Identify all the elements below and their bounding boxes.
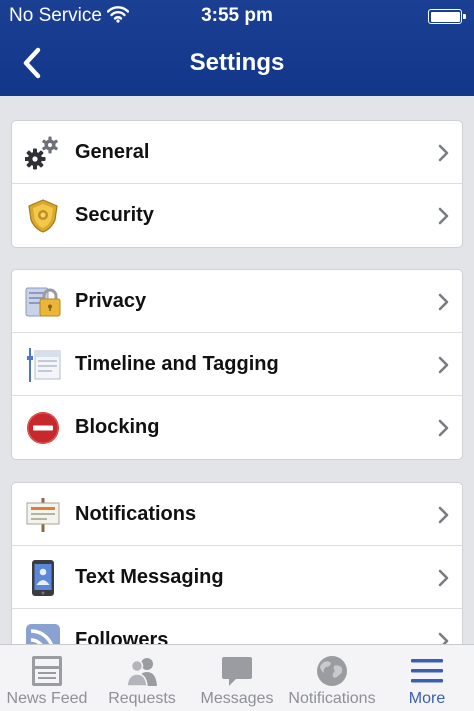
settings-item-followers[interactable]: Followers — [12, 609, 462, 644]
notifications-sign-icon — [26, 498, 60, 532]
settings-item-label: Privacy — [75, 290, 147, 312]
settings-group-account: General Security — [11, 120, 463, 248]
tab-bar: News Feed Requests Messages Notification… — [0, 644, 474, 711]
settings-group-privacy: Privacy Timeline and Tagging Blocking — [11, 269, 463, 460]
tab-more[interactable]: More — [380, 645, 474, 711]
tab-messages[interactable]: Messages — [190, 645, 284, 711]
chevron-right-icon — [438, 506, 449, 524]
status-bar: No Service 3:55 pm — [0, 0, 474, 32]
page-title: Settings — [189, 49, 285, 76]
chevron-right-icon — [438, 207, 449, 225]
timeline-icon — [27, 348, 61, 382]
settings-item-label: Text Messaging — [75, 566, 224, 588]
blocking-icon — [27, 412, 59, 444]
settings-item-general[interactable]: General — [12, 121, 462, 184]
tab-label: Messages — [200, 690, 274, 707]
settings-item-label: Security — [75, 204, 154, 226]
globe-icon — [317, 656, 347, 686]
settings-item-label: Blocking — [75, 416, 160, 438]
chevron-right-icon — [438, 144, 449, 162]
chevron-right-icon — [438, 419, 449, 437]
news-feed-icon — [32, 656, 62, 686]
chevron-right-icon — [438, 356, 449, 374]
phone-icon — [32, 560, 54, 596]
clock: 3:55 pm — [201, 5, 273, 26]
settings-item-notifications[interactable]: Notifications — [12, 483, 462, 546]
settings-item-privacy[interactable]: Privacy — [12, 270, 462, 333]
settings-item-blocking[interactable]: Blocking — [12, 396, 462, 459]
tab-label: Notifications — [288, 690, 376, 707]
privacy-lock-icon — [25, 287, 61, 317]
tab-news-feed[interactable]: News Feed — [0, 645, 94, 711]
chevron-right-icon — [438, 632, 449, 644]
tab-requests[interactable]: Requests — [94, 645, 190, 711]
tab-label: More — [408, 690, 446, 707]
navigation-bar: Settings — [0, 32, 474, 96]
tab-label: Requests — [108, 690, 176, 707]
friends-icon — [126, 658, 157, 687]
chevron-right-icon — [438, 293, 449, 311]
settings-list[interactable]: General Security Privacy Timeline and Ta… — [0, 96, 474, 644]
settings-item-label: General — [75, 141, 150, 163]
settings-item-label: Followers — [75, 629, 169, 644]
tab-label: News Feed — [6, 690, 88, 707]
hamburger-menu-icon — [411, 659, 443, 683]
top-bar: No Service 3:55 pm Settings — [0, 0, 474, 96]
security-badge-icon — [28, 199, 58, 233]
gears-icon — [25, 136, 58, 170]
tab-notifications[interactable]: Notifications — [284, 645, 380, 711]
settings-item-label: Timeline and Tagging — [75, 353, 279, 375]
settings-item-label: Notifications — [75, 503, 197, 525]
settings-item-text-messaging[interactable]: Text Messaging — [12, 546, 462, 609]
battery-icon — [428, 9, 466, 24]
chevron-right-icon — [438, 569, 449, 587]
chat-bubble-icon — [222, 657, 252, 686]
settings-group-notifications: Notifications Text Messaging Followers — [11, 482, 463, 644]
settings-item-timeline-and-tagging[interactable]: Timeline and Tagging — [12, 333, 462, 396]
rss-icon — [26, 624, 60, 644]
settings-item-security[interactable]: Security — [12, 184, 462, 247]
